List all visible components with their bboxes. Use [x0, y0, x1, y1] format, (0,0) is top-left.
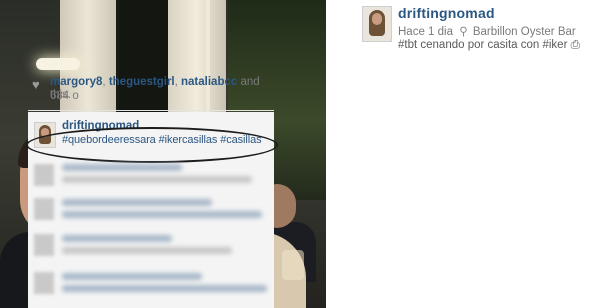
blurred-comment [30, 162, 270, 188]
blurred-username [62, 235, 172, 242]
likes-tail: this. [50, 89, 72, 101]
heart-icon[interactable]: ♥ [32, 77, 40, 92]
blurred-comment [30, 196, 270, 222]
avatar[interactable] [362, 6, 392, 42]
blurred-text [62, 285, 267, 292]
blurred-avatar [34, 234, 54, 256]
photo-lamp [36, 58, 80, 70]
highlight-ellipse [26, 127, 278, 163]
blurred-text [62, 211, 262, 218]
blurred-avatar [34, 164, 54, 186]
post-caption: #tbt cenando por casita con #iker ⎙ [398, 39, 580, 51]
post-header: driftingnomad Hace 1 dia ⚲ Barbillon Oys… [326, 0, 600, 60]
avatar-face [372, 13, 382, 25]
blurred-comment [30, 232, 270, 258]
post-meta: Hace 1 dia ⚲ Barbillon Oyster Bar [398, 24, 576, 38]
liker-link-3[interactable]: nataliabcc [181, 76, 237, 88]
liker-link-1[interactable]: margory8 [50, 76, 102, 88]
post-sidebar: driftingnomad Hace 1 dia ⚲ Barbillon Oys… [326, 0, 600, 308]
liker-link-2[interactable]: theguestgirl [109, 76, 175, 88]
likes-line: margory8, theguestgirl, nataliabcc and 6… [50, 76, 260, 102]
blurred-avatar [34, 198, 54, 220]
divider [28, 110, 274, 111]
blurred-text [62, 247, 232, 254]
likes-section [326, 62, 600, 108]
blurred-text [62, 176, 252, 183]
post-time: Hace 1 dia [398, 26, 453, 38]
post-location[interactable]: Barbillon Oyster Bar [473, 26, 576, 38]
blurred-comment [30, 270, 270, 296]
blurred-avatar [34, 272, 54, 294]
blurred-username [62, 164, 182, 171]
photo-wine-glass [282, 250, 304, 280]
pin-icon: ⚲ [459, 26, 468, 38]
blurred-username [62, 273, 202, 280]
blurred-username [62, 199, 212, 206]
post-username[interactable]: driftingnomad [398, 5, 495, 21]
